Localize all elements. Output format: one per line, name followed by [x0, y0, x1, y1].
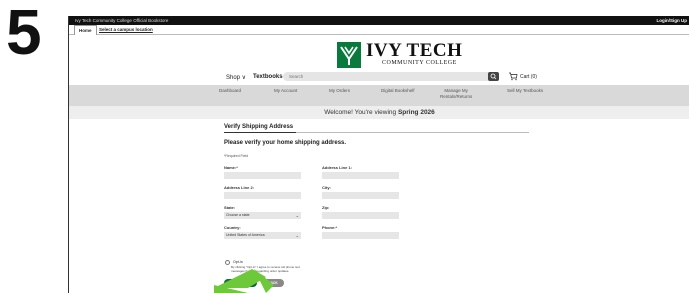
name-label: Name:*	[224, 165, 238, 170]
shop-row: Shop ∨ Textbooks Cart (0)	[69, 70, 689, 84]
zip-label: Zip:	[322, 205, 330, 210]
phone-label: Phone:*	[322, 225, 338, 230]
logo-mark-icon	[337, 42, 361, 68]
nav-sell-textbooks[interactable]: Sell My Textbooks	[507, 88, 543, 93]
country-value: United States of America	[226, 233, 265, 237]
nav-my-account[interactable]: My Account	[274, 88, 297, 93]
welcome-banner: Welcome! You're viewing Spring 2026	[69, 106, 689, 119]
step-number: 5	[6, 0, 42, 68]
phone-field[interactable]	[322, 232, 399, 239]
site-title: Ivy Tech Community College Official Book…	[75, 18, 169, 23]
country-label: Country:	[224, 225, 241, 230]
textbooks-link[interactable]: Textbooks	[253, 74, 283, 80]
search-icon	[490, 73, 497, 80]
account-nav: Dashboard My Account My Orders Digital B…	[69, 85, 689, 106]
welcome-text: Welcome! You're viewing	[324, 109, 398, 116]
logo-subtitle: COMMUNITY COLLEGE	[382, 60, 457, 66]
address2-field[interactable]	[224, 192, 301, 199]
form-title: Verify Shipping Address	[224, 124, 294, 130]
form-title-underline	[224, 132, 296, 133]
browser-screen: Ivy Tech Community College Official Book…	[68, 16, 689, 293]
tab-select-location[interactable]: Select a campus location	[99, 25, 153, 35]
nav-my-orders[interactable]: My Orders	[329, 88, 350, 93]
login-link[interactable]: Login/Sign Up	[657, 16, 688, 25]
logo-wordmark: IVY TECH	[366, 40, 463, 61]
chevron-down-icon: ⌄	[295, 213, 299, 218]
country-select[interactable]: United States of America ⌄	[224, 232, 301, 239]
shop-menu[interactable]: Shop ∨	[226, 74, 246, 81]
chevron-down-icon: ⌄	[295, 233, 299, 238]
state-label: State:	[224, 205, 236, 210]
cart-label: Cart (0)	[520, 74, 537, 80]
welcome-term: Spring 2026	[397, 109, 435, 116]
state-value: Choose a state	[226, 213, 250, 217]
tabs-bar: Home Select a campus location	[69, 25, 689, 35]
state-select[interactable]: Choose a state ⌄	[224, 212, 301, 219]
address2-label: Address Line 2:	[224, 185, 255, 190]
tab-home[interactable]: Home	[74, 25, 97, 35]
city-field[interactable]	[322, 192, 399, 199]
name-field[interactable]	[224, 172, 301, 179]
nav-digital-bookshelf[interactable]: Digital Bookshelf	[381, 88, 415, 93]
top-bar: Ivy Tech Community College Official Book…	[69, 16, 689, 25]
ivy-tech-logo[interactable]: IVY TECH COMMUNITY COLLEGE	[337, 40, 487, 70]
city-label: City:	[322, 185, 331, 190]
address1-label: Address Line 1:	[322, 165, 353, 170]
arrow-right-icon	[214, 269, 274, 293]
form-subtitle: Please verify your home shipping address…	[224, 140, 347, 146]
zip-field[interactable]	[322, 212, 399, 219]
nav-rentals-returns[interactable]: Manage My Rentals/Returns	[440, 88, 472, 99]
cart-icon	[509, 72, 518, 81]
nav-dashboard[interactable]: Dashboard	[219, 88, 241, 93]
search-input[interactable]	[283, 72, 497, 81]
address1-field[interactable]	[322, 172, 399, 179]
required-note: *Required Field	[224, 154, 249, 158]
search-button[interactable]	[488, 72, 499, 81]
